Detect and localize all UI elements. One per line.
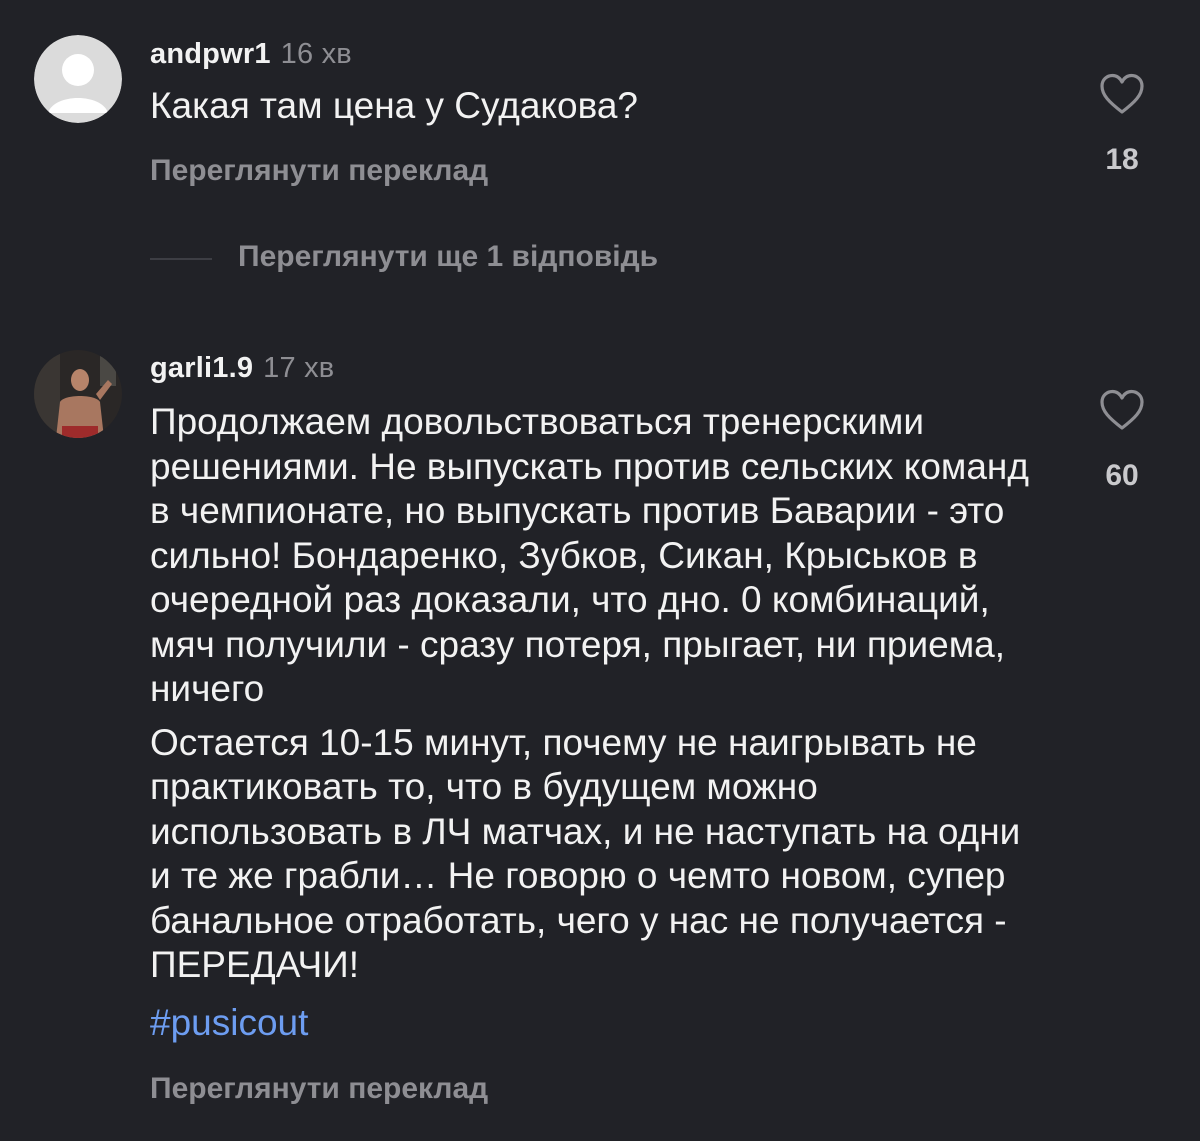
username[interactable]: andpwr1 16 хв — [150, 38, 352, 71]
heart-outline-icon[interactable] — [1099, 389, 1145, 431]
comment-paragraph: Какая там цена у Судакова? — [150, 85, 639, 126]
like-count: 60 — [1105, 459, 1139, 492]
view-translation-button[interactable]: Переглянути переклад — [150, 154, 488, 188]
avatar[interactable] — [34, 35, 122, 123]
user-photo-avatar-icon — [34, 350, 122, 438]
username-text[interactable]: andpwr1 — [150, 38, 271, 70]
heart-outline-icon[interactable] — [1099, 73, 1145, 115]
comment-paragraph: Продолжаем довольствоваться тренерскими … — [150, 401, 1029, 709]
view-replies-button[interactable]: Переглянути ще 1 відповідь — [238, 240, 658, 274]
comment-time: 16 хв — [280, 38, 352, 70]
view-translation-button[interactable]: Переглянути переклад — [150, 1072, 488, 1106]
replies-divider — [150, 258, 212, 260]
comment-text: Продолжаем довольствоваться тренерскими … — [150, 400, 1030, 988]
comment-time: 17 хв — [263, 352, 335, 384]
hashtag-link[interactable]: #pusicout — [150, 1002, 308, 1044]
avatar[interactable] — [34, 350, 122, 438]
like-count: 18 — [1105, 143, 1139, 176]
like-button[interactable]: 18 — [1092, 73, 1152, 177]
comment-text: Какая там цена у Судакова? — [150, 84, 1030, 129]
username[interactable]: garli1.9 17 хв — [150, 352, 334, 385]
default-user-avatar-icon — [34, 35, 122, 123]
like-button[interactable]: 60 — [1092, 389, 1152, 493]
comment-paragraph: Остается 10-15 минут, почему не наигрыва… — [150, 721, 1021, 986]
username-text[interactable]: garli1.9 — [150, 352, 253, 384]
